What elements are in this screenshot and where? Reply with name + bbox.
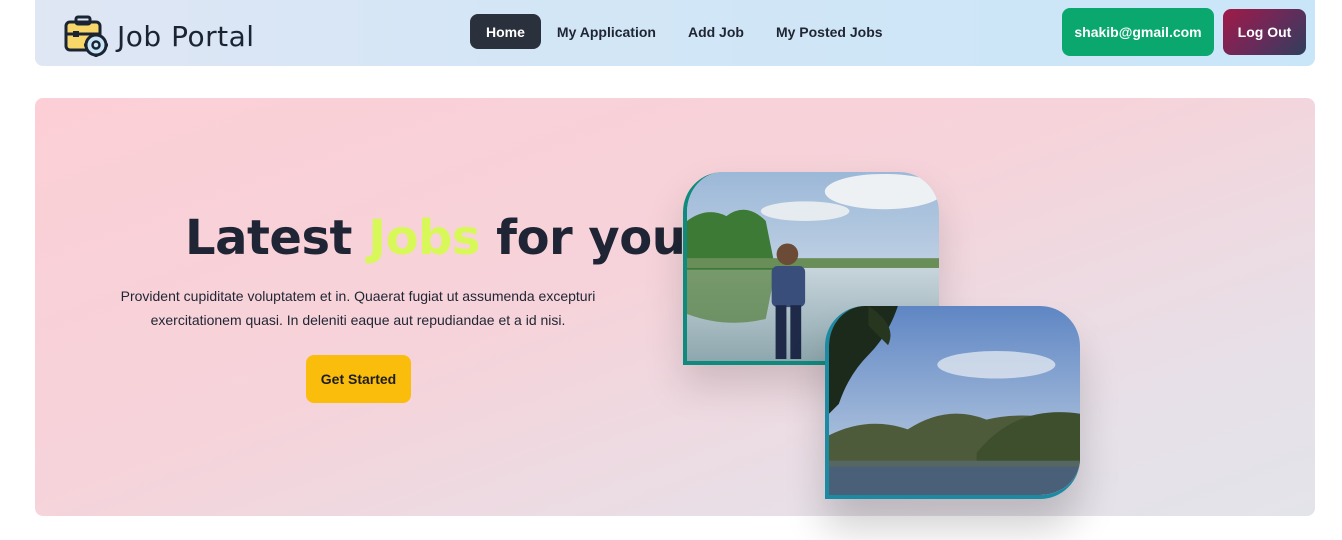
briefcase-gear-icon [64,15,108,57]
nav-my-posted-jobs[interactable]: My Posted Jobs [760,14,899,49]
main-nav: Home My Application Add Job My Posted Jo… [470,14,899,49]
nav-my-application[interactable]: My Application [541,14,672,49]
hero-title-start: Latest [185,210,369,266]
navbar: Job Portal Home My Application Add Job M… [35,0,1315,66]
nav-add-job[interactable]: Add Job [672,14,760,49]
user-email-button[interactable]: shakib@gmail.com [1062,8,1214,56]
hero-title: Latest Jobs for you! [185,210,707,266]
nav-home[interactable]: Home [470,14,541,49]
get-started-button[interactable]: Get Started [306,355,411,403]
hero-title-end: for you! [479,210,707,266]
hero-banner: Latest Jobs for you! Provident cupiditat… [35,98,1315,516]
hero-description: Provident cupiditate voluptatem et in. Q… [120,288,596,328]
hero-title-accent: Jobs [368,210,480,266]
logout-button[interactable]: Log Out [1223,9,1306,55]
hills-lake-image [829,306,1080,495]
brand[interactable]: Job Portal [63,14,255,58]
brand-name: Job Portal [117,19,255,53]
hero-photo-hills-lake [825,306,1080,499]
